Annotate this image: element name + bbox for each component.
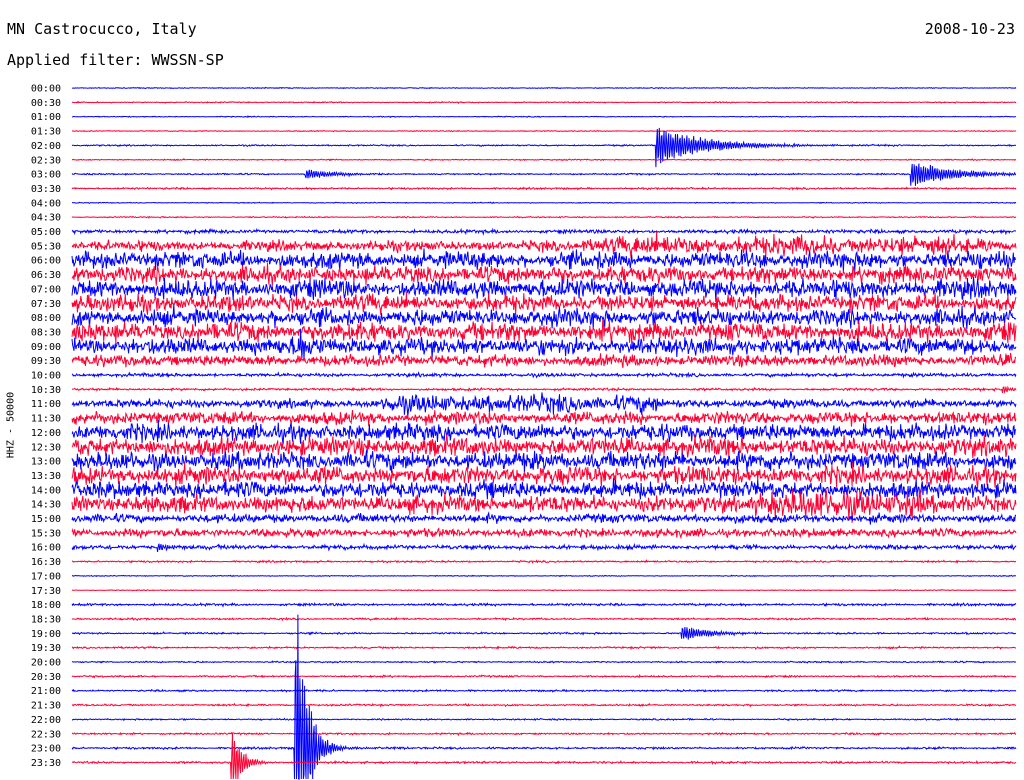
time-label-0000: 00:00 [31,84,61,95]
time-label-0530: 05:30 [31,241,61,252]
trace-0700 [71,276,1017,303]
time-label-2200: 22:00 [31,715,61,726]
time-label-1200: 12:00 [31,428,61,439]
trace-1600 [71,542,1017,552]
trace-1500 [71,511,1017,525]
trace-2000 [71,660,1017,664]
time-label-2100: 21:00 [31,686,61,697]
trace-2300 [71,614,1017,780]
time-labels: 00:00 00:30 01:00 01:30 02:00 02:30 03:00 03:30… [31,84,61,769]
trace-2200 [71,717,1017,722]
trace-1830 [71,616,1016,622]
time-label-0230: 02:30 [31,155,61,166]
trace-0100 [71,115,1017,119]
time-label-1130: 11:30 [31,414,61,425]
time-label-0730: 07:30 [31,299,61,310]
time-label-1100: 11:00 [31,399,61,410]
trace-1200 [71,419,1017,445]
helicorder-plot: 00:00 00:30 01:00 01:30 02:00 02:30 03:00 03:30… [31,84,1017,780]
time-label-1000: 10:00 [31,371,61,382]
time-label-0800: 08:00 [31,313,61,324]
time-label-1800: 18:00 [31,600,61,611]
trace-1130 [71,410,1017,427]
trace-1900 [71,626,1017,640]
time-label-1600: 16:00 [31,543,61,554]
time-label-0030: 00:30 [31,98,61,109]
trace-0130 [71,129,1017,133]
trace-2230 [71,731,1017,737]
trace-0330 [71,186,1017,191]
time-label-1500: 15:00 [31,514,61,525]
time-label-0300: 03:00 [31,170,61,181]
time-label-2130: 21:30 [31,701,61,712]
trace-0000 [72,86,1017,90]
time-label-0700: 07:00 [31,284,61,295]
time-label-1630: 16:30 [31,557,61,568]
trace-2030 [71,673,1017,679]
trace-0630 [71,262,1017,287]
time-label-0130: 01:30 [31,127,61,138]
time-label-0400: 04:00 [31,198,61,209]
trace-0300 [71,163,1017,186]
time-label-1430: 14:30 [31,500,61,511]
trace-0200 [71,127,1017,168]
time-label-0900: 09:00 [31,342,61,353]
time-label-2330: 23:30 [31,758,61,769]
trace-1530 [71,527,1017,540]
time-label-1300: 13:00 [31,457,61,468]
time-label-2300: 23:00 [31,744,61,755]
time-label-1830: 18:30 [31,614,61,625]
trace-0430 [71,215,1017,220]
time-label-0930: 09:30 [31,356,61,367]
time-label-2030: 20:30 [31,672,61,683]
trace-0530 [71,231,1017,259]
time-label-1730: 17:30 [31,586,61,597]
trace-1630 [71,559,1017,564]
time-label-1530: 15:30 [31,528,61,539]
time-label-1330: 13:30 [31,471,61,482]
time-label-0200: 02:00 [31,141,61,152]
time-label-1900: 19:00 [31,629,61,640]
time-label-0830: 08:30 [31,327,61,338]
trace-2330 [71,733,1017,780]
trace-0400 [71,201,1017,204]
trace-0500 [71,227,1016,236]
time-label-0500: 05:00 [31,227,61,238]
trace-0600 [71,248,1017,273]
time-label-1230: 12:30 [31,442,61,453]
trace-0030 [71,100,1017,105]
trace-1800 [71,601,1017,608]
trace-2100 [71,688,1017,693]
trace-1100 [71,392,1017,417]
time-label-1030: 10:30 [31,385,61,396]
trace-0830 [71,318,1017,345]
trace-1700 [71,574,1017,578]
trace-2130 [71,702,1017,708]
time-label-0330: 03:30 [31,184,61,195]
trace-0230 [71,157,1017,162]
time-label-1400: 14:00 [31,485,61,496]
time-label-0100: 01:00 [31,112,61,123]
time-label-2000: 20:00 [31,658,61,669]
trace-1730 [71,588,1016,592]
time-label-1930: 19:30 [31,643,61,654]
trace-1930 [71,645,1017,651]
trace-0730 [71,292,1017,315]
time-label-2230: 22:30 [31,729,61,740]
time-label-0630: 06:30 [31,270,61,281]
trace-1400 [71,478,1017,501]
trace-1030 [72,385,1017,394]
trace-1000 [71,371,1017,379]
trace-1300 [71,449,1017,473]
time-label-0600: 06:00 [31,256,61,267]
time-label-0430: 04:30 [31,213,61,224]
seismic-traces [71,86,1017,780]
time-label-1700: 17:00 [31,571,61,582]
